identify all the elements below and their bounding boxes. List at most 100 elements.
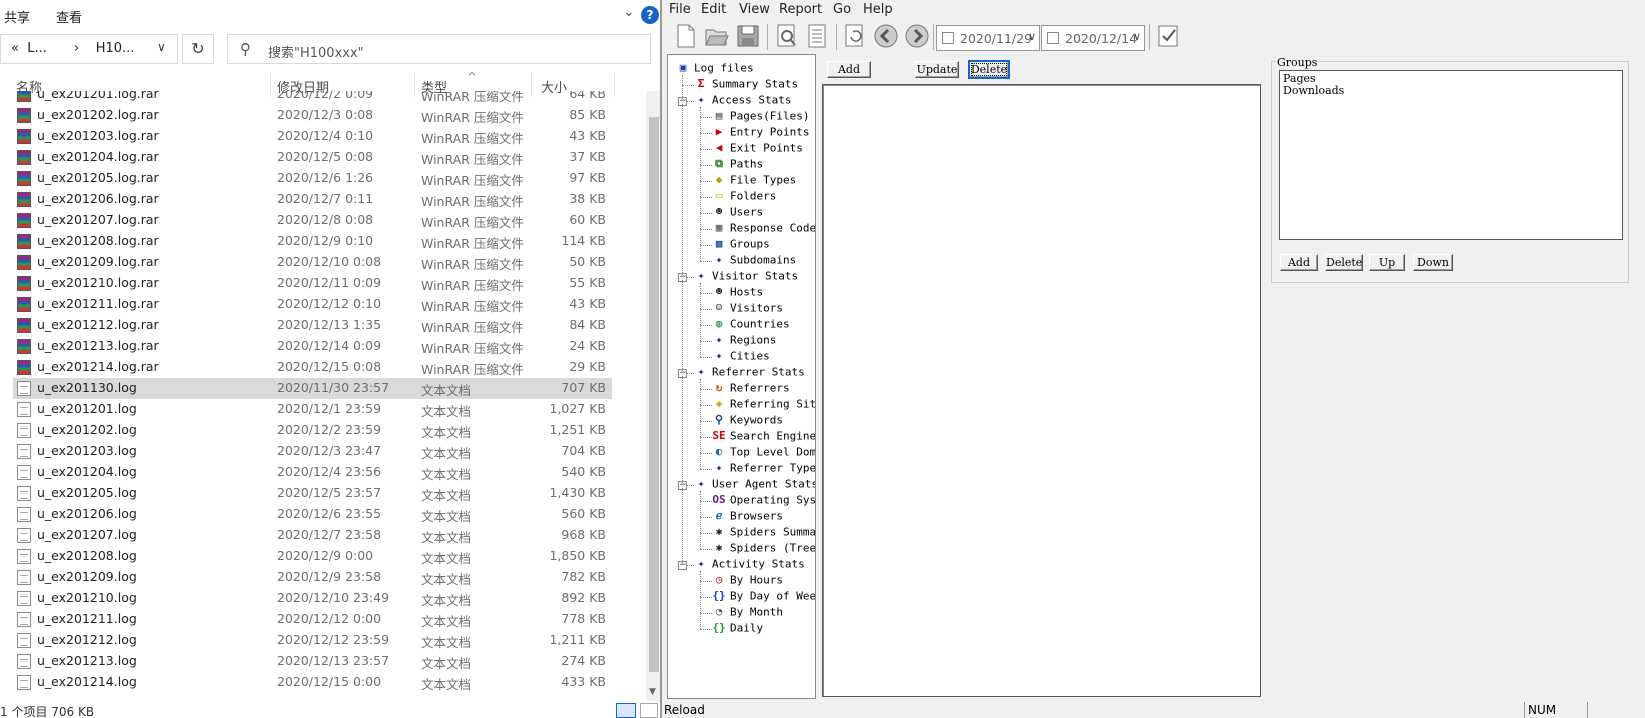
add-button[interactable]: Add [827,61,871,78]
file-row[interactable]: u_ex201213.log.rar 2020/12/14 0:09 WinRAR … [13,336,612,357]
tree-node[interactable]: SE Search Engines [712,429,815,445]
tree-node[interactable]: ⧉ Paths [712,157,763,173]
tree-node[interactable]: ◔ By Month [712,605,783,621]
file-row[interactable]: u_ex201201.log 2020/12/1 23:59 文本文档 1,027 K… [13,399,612,420]
menu-go[interactable]: Go [833,2,851,17]
details-view-icon[interactable] [616,703,636,718]
file-row[interactable]: u_ex201207.log 2020/12/7 23:58 文本文档 968 KB [13,525,612,546]
file-row[interactable]: u_ex201203.log 2020/12/3 23:47 文本文档 704 KB [13,441,612,462]
file-row[interactable]: u_ex201204.log.rar 2020/12/5 0:08 WinRAR 压… [13,147,612,168]
file-row[interactable]: u_ex201207.log.rar 2020/12/8 0:08 WinRAR 压… [13,210,612,231]
chevron-down-icon[interactable]: ∨ [1133,30,1141,43]
tree-node[interactable]: ◈ Referring Sites [712,397,815,413]
items-list[interactable] [822,84,1261,697]
file-row[interactable]: u_ex201201.log.rar 2020/12/2 0:09 WinRAR 压… [13,91,612,105]
open-icon[interactable] [703,22,731,50]
tree-node[interactable]: ▤ Pages(Files) [712,109,810,125]
groups-list-item[interactable]: Downloads [1283,85,1619,97]
tree-node[interactable]: ▩ Groups [712,237,770,253]
tree-node[interactable]: ◀ Exit Points [712,141,803,157]
tree-node[interactable]: ↻ Referrers [712,381,790,397]
date-to-picker[interactable]: 2020/12/14 ∨ [1041,25,1145,51]
tree-node[interactable]: ✦ Activity Stats [694,557,805,573]
reload-icon[interactable] [841,22,869,50]
tree-node[interactable]: ☻ Users [712,205,763,221]
tree-node[interactable]: ☻ Hosts [712,285,763,301]
update-button[interactable]: Update [915,61,959,78]
file-row[interactable]: u_ex201209.log.rar 2020/12/10 0:08 WinRAR … [13,252,612,273]
ribbon-collapse-icon[interactable]: ⌄ [623,4,635,20]
chevron-down-icon[interactable]: ∨ [1028,30,1036,43]
back-icon[interactable] [872,22,900,50]
delete-button[interactable]: Delete [968,60,1010,79]
date-to-checkbox[interactable] [1047,32,1059,44]
group-add-button[interactable]: Add [1280,254,1318,271]
file-row[interactable]: u_ex201213.log 2020/12/13 23:57 文本文档 274 KB [13,651,612,672]
group-delete-button[interactable]: Delete [1325,254,1363,271]
tree-node[interactable]: ℯ Browsers [712,509,783,525]
file-row[interactable]: u_ex201214.log 2020/12/15 0:00 文本文档 433 KB [13,672,612,693]
menu-edit[interactable]: Edit [701,2,726,17]
tree-node[interactable]: ▦ Response Codes [712,221,815,237]
file-row[interactable]: u_ex201209.log 2020/12/9 23:58 文本文档 782 KB [13,567,612,588]
file-row[interactable]: u_ex201210.log 2020/12/10 23:49 文本文档 892 KB [13,588,612,609]
tree-node[interactable]: ⚲ Keywords [712,413,783,429]
address-dropdown-icon[interactable]: ∨ [157,40,166,54]
file-row[interactable]: u_ex201211.log.rar 2020/12/12 0:10 WinRAR … [13,294,612,315]
forward-icon[interactable] [903,22,931,50]
date-from-picker[interactable]: 2020/11/29 ∨ [936,25,1040,51]
tree-node[interactable]: ☺ Visitors [712,301,783,317]
file-row[interactable]: u_ex201130.log 2020/11/30 23:57 文本文档 707 KB [13,378,612,399]
menu-help[interactable]: Help [863,2,893,17]
tree-node[interactable]: ◷ By Hours [712,573,783,589]
groups-list[interactable]: Pages Downloads [1279,70,1623,240]
tree-node[interactable]: ✦ Regions [712,333,777,349]
date-from-checkbox[interactable] [942,32,954,44]
tree-node[interactable]: ✦ User Agent Stats [694,477,815,493]
file-row[interactable]: u_ex201211.log 2020/12/12 0:00 文本文档 778 KB [13,609,612,630]
file-row[interactable]: u_ex201212.log 2020/12/12 23:59 文本文档 1,211 … [13,630,612,651]
menu-file[interactable]: File [669,2,691,17]
tree-node[interactable]: ◍ Countries [712,317,790,333]
address-bar[interactable]: « L... › H10... ∨ [0,34,178,64]
tree-node[interactable]: OS Operating Systems [712,493,815,509]
new-icon[interactable] [672,22,700,50]
tree-node[interactable]: ◐ Top Level Domains [712,445,815,461]
tree-node[interactable]: ✦ Referrer Types [712,461,815,477]
tree-node[interactable]: ✦ Subdomains [712,253,797,269]
file-row[interactable]: u_ex201206.log 2020/12/6 23:55 文本文档 560 KB [13,504,612,525]
save-icon[interactable] [734,22,762,50]
breadcrumb-current[interactable]: › H10... [74,41,134,56]
scrollbar-thumb[interactable] [649,117,659,672]
tree-node[interactable]: ▭ Folders [712,189,777,205]
tree-node[interactable]: ✦ Referrer Stats [694,365,805,381]
breadcrumb-part[interactable]: L... [27,41,47,56]
file-row[interactable]: u_ex201214.log.rar 2020/12/15 0:08 WinRAR … [13,357,612,378]
file-row[interactable]: u_ex201208.log.rar 2020/12/9 0:10 WinRAR 压… [13,231,612,252]
file-row[interactable]: u_ex201208.log 2020/12/9 0:00 文本文档 1,850 KB [13,546,612,567]
file-row[interactable]: u_ex201210.log.rar 2020/12/11 0:09 WinRAR … [13,273,612,294]
file-row[interactable]: u_ex201203.log.rar 2020/12/4 0:10 WinRAR 压… [13,126,612,147]
file-row[interactable]: u_ex201212.log.rar 2020/12/13 1:35 WinRAR … [13,315,612,336]
file-row[interactable]: u_ex201206.log.rar 2020/12/7 0:11 WinRAR 压… [13,189,612,210]
column-divider[interactable] [614,73,615,97]
file-row[interactable]: u_ex201204.log 2020/12/4 23:56 文本文档 540 KB [13,462,612,483]
tree-node[interactable]: ✱ Spiders Summary [712,525,815,541]
tree-node[interactable]: {} Daily [712,621,763,637]
tree-node[interactable]: {} By Day of Week [712,589,815,605]
ribbon-tab-share[interactable]: 共享 [4,7,30,26]
tree-node[interactable]: ✦ Access Stats [694,93,792,109]
search-box[interactable]: ⚲ 搜索"H100xxx" [227,34,651,64]
tree-node[interactable]: ▣ Log files [676,61,754,77]
tree-node[interactable]: ✦ Visitor Stats [694,269,798,285]
tree-node[interactable]: ▶ Entry Points [712,125,810,141]
refresh-button[interactable]: ↻ [182,34,214,64]
report-icon[interactable] [803,22,831,50]
breadcrumb-overflow-icon[interactable]: « L... [11,41,47,56]
checklist-icon[interactable] [1154,22,1182,50]
menu-report[interactable]: Report [779,2,822,17]
breadcrumb-folder[interactable]: H10... [96,41,135,56]
scroll-down-icon[interactable]: ▼ [649,687,656,697]
group-up-button[interactable]: Up [1369,254,1405,271]
tree-node[interactable]: ◆ File Types [712,173,797,189]
